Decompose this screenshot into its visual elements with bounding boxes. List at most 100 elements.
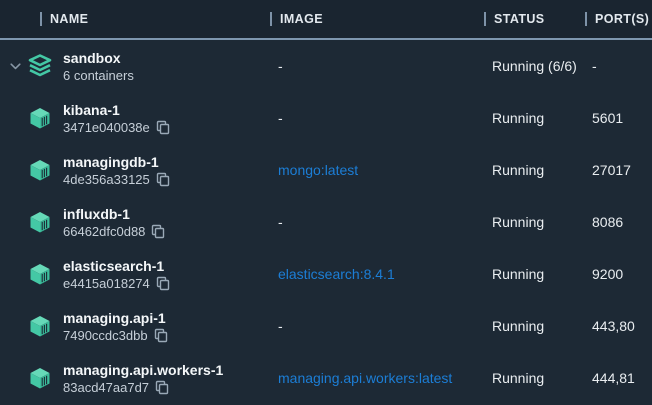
- copy-button[interactable]: [156, 276, 170, 291]
- copy-button[interactable]: [154, 328, 168, 343]
- name-block: elasticsearch-1 e4415a018274: [63, 257, 170, 292]
- row-name: kibana-1: [63, 101, 170, 119]
- expander-slot: [10, 271, 28, 278]
- expander-slot: [10, 167, 28, 174]
- column-label-ports: PORT(S): [595, 12, 649, 26]
- row-image[interactable]: mongo:latest: [270, 162, 484, 178]
- row-name: sandbox: [63, 49, 134, 67]
- table-header: NAME IMAGE STATUS PORT(S): [0, 0, 652, 40]
- column-label-name: NAME: [50, 12, 88, 26]
- name-block: managing.api-1 7490ccdc3dbb: [63, 309, 168, 344]
- name-block: managing.api.workers-1 83acd47aa7d7: [63, 361, 223, 396]
- row-ports: 27017: [585, 162, 652, 178]
- row-ports: 443,80: [585, 318, 652, 334]
- row-image: -: [270, 318, 484, 334]
- name-cell: kibana-1 3471e040038e: [0, 101, 270, 136]
- name-block: managingdb-1 4de356a33125: [63, 153, 170, 188]
- table-row[interactable]: kibana-1 3471e040038e - Running 5601: [0, 92, 652, 144]
- copy-icon: [156, 276, 170, 291]
- sub-line: 7490ccdc3dbb: [63, 327, 168, 344]
- column-divider: [484, 12, 486, 26]
- row-status: Running: [484, 370, 585, 386]
- row-status: Running: [484, 318, 585, 334]
- copy-button[interactable]: [155, 380, 169, 395]
- row-status: Running: [484, 266, 585, 282]
- row-name: influxdb-1: [63, 205, 165, 223]
- expander-slot: [10, 375, 28, 382]
- table-row[interactable]: managing.api-1 7490ccdc3dbb - Running 44…: [0, 300, 652, 352]
- column-divider: [270, 12, 272, 26]
- copy-button[interactable]: [156, 172, 170, 187]
- row-image[interactable]: elasticsearch:8.4.1: [270, 266, 484, 282]
- row-subtext: 83acd47aa7d7: [63, 379, 149, 396]
- column-label-status: STATUS: [494, 12, 545, 26]
- container-icon: [28, 366, 52, 390]
- row-subtext: 66462dfc0d88: [63, 223, 145, 240]
- row-image: -: [270, 110, 484, 126]
- row-name: managing.api-1: [63, 309, 168, 327]
- sub-line: 83acd47aa7d7: [63, 379, 223, 396]
- table-row[interactable]: managingdb-1 4de356a33125 mongo:latest R…: [0, 144, 652, 196]
- name-cell: sandbox 6 containers: [0, 49, 270, 84]
- row-image: -: [270, 58, 484, 74]
- column-header-image[interactable]: IMAGE: [270, 0, 484, 38]
- sub-line: 3471e040038e: [63, 119, 170, 136]
- row-status: Running (6/6): [484, 58, 585, 74]
- column-divider: [40, 12, 42, 26]
- copy-icon: [151, 224, 165, 239]
- table-body: sandbox 6 containers - Running (6/6) -: [0, 40, 652, 405]
- copy-icon: [154, 328, 168, 343]
- row-ports: 8086: [585, 214, 652, 230]
- copy-icon: [156, 172, 170, 187]
- column-divider: [585, 12, 587, 26]
- container-icon: [28, 314, 52, 338]
- sub-line: 66462dfc0d88: [63, 223, 165, 240]
- copy-button[interactable]: [156, 120, 170, 135]
- chevron-down-icon[interactable]: [10, 63, 21, 70]
- row-status: Running: [484, 214, 585, 230]
- sub-line: 4de356a33125: [63, 171, 170, 188]
- table-row[interactable]: elasticsearch-1 e4415a018274 elasticsear…: [0, 248, 652, 300]
- row-status: Running: [484, 110, 585, 126]
- name-block: kibana-1 3471e040038e: [63, 101, 170, 136]
- row-ports: -: [585, 58, 652, 74]
- container-icon: [28, 106, 52, 130]
- column-header-status[interactable]: STATUS: [484, 0, 585, 38]
- copy-icon: [155, 380, 169, 395]
- table-row[interactable]: influxdb-1 66462dfc0d88 - Running 8086: [0, 196, 652, 248]
- name-block: influxdb-1 66462dfc0d88: [63, 205, 165, 240]
- row-name: elasticsearch-1: [63, 257, 170, 275]
- table-row[interactable]: managing.api.workers-1 83acd47aa7d7 mana…: [0, 352, 652, 404]
- row-name: managingdb-1: [63, 153, 170, 171]
- compose-stack-icon: [28, 54, 52, 78]
- name-cell: managingdb-1 4de356a33125: [0, 153, 270, 188]
- row-name: managing.api.workers-1: [63, 361, 223, 379]
- row-ports: 9200: [585, 266, 652, 282]
- row-image: -: [270, 214, 484, 230]
- name-block: sandbox 6 containers: [63, 49, 134, 84]
- name-cell: managing.api.workers-1 83acd47aa7d7: [0, 361, 270, 396]
- expander-slot: [10, 219, 28, 226]
- container-icon: [28, 158, 52, 182]
- container-icon: [28, 210, 52, 234]
- column-header-name[interactable]: NAME: [0, 0, 270, 38]
- copy-button[interactable]: [151, 224, 165, 239]
- column-header-ports[interactable]: PORT(S): [585, 0, 652, 38]
- row-ports: 444,81: [585, 370, 652, 386]
- copy-icon: [156, 120, 170, 135]
- expander-slot: [10, 115, 28, 122]
- row-ports: 5601: [585, 110, 652, 126]
- row-subtext: 3471e040038e: [63, 119, 150, 136]
- container-icon: [28, 262, 52, 286]
- row-status: Running: [484, 162, 585, 178]
- name-cell: managing.api-1 7490ccdc3dbb: [0, 309, 270, 344]
- row-image[interactable]: managing.api.workers:latest: [270, 370, 484, 386]
- row-subtext: 7490ccdc3dbb: [63, 327, 148, 344]
- name-cell: elasticsearch-1 e4415a018274: [0, 257, 270, 292]
- row-subtext: 6 containers: [63, 67, 134, 84]
- containers-table: NAME IMAGE STATUS PORT(S): [0, 0, 652, 405]
- column-label-image: IMAGE: [280, 12, 323, 26]
- name-cell: influxdb-1 66462dfc0d88: [0, 205, 270, 240]
- table-row[interactable]: sandbox 6 containers - Running (6/6) -: [0, 40, 652, 92]
- expander-slot: [10, 63, 28, 70]
